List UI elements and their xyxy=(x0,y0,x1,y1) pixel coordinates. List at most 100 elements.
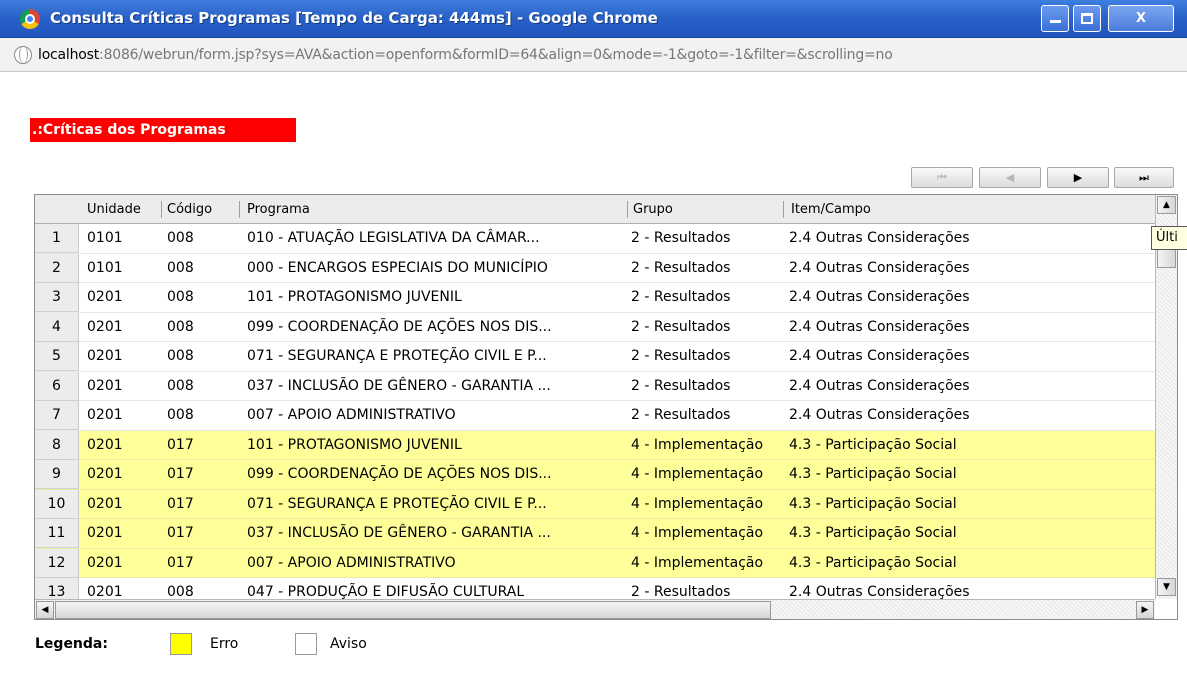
last-page-icon: ⏭ xyxy=(1139,171,1149,184)
cell-unidade: 0201 xyxy=(87,318,123,335)
legend-label: Legenda: xyxy=(35,636,108,652)
window-title: Consulta Críticas Programas [Tempo de Ca… xyxy=(50,9,658,27)
cell-codigo: 008 xyxy=(167,289,194,305)
table-row[interactable]: 10 0201 017 071 - SEGURANÇA E PROTEÇÃO CIVI… xyxy=(35,489,1155,519)
cell-item-campo: 4.3 - Participação Social xyxy=(789,525,957,541)
scroll-up-button[interactable]: ▲ xyxy=(1157,196,1176,214)
cell-grupo: 4 - Implementação xyxy=(631,466,764,482)
minimize-button[interactable] xyxy=(1041,5,1069,32)
previous-page-button[interactable]: ◀ xyxy=(979,167,1041,188)
table-row[interactable]: 1 0101 008 010 - ATUAÇÃO LEGISLATIVA DA CÂM… xyxy=(35,224,1155,254)
legend-warning-swatch xyxy=(295,633,317,655)
legend-warning-label: Aviso xyxy=(330,636,367,652)
cell-item-campo: 2.4 Outras Considerações xyxy=(789,377,970,394)
table-row[interactable]: 2 0101 008 000 - ENCARGOS ESPECIAIS DO MUNI… xyxy=(35,253,1155,283)
horizontal-scroll-thumb[interactable] xyxy=(55,601,771,619)
table-row[interactable]: 8 0201 017 101 - PROTAGONISMO JUVENIL 4 - Im… xyxy=(35,430,1155,460)
table-row[interactable]: 6 0201 008 037 - INCLUSÃO DE GÊNERO - GARAN… xyxy=(35,371,1155,401)
table-row[interactable]: 5 0201 008 071 - SEGURANÇA E PROTEÇÃO CIVIL… xyxy=(35,342,1155,372)
cell-programa: 099 - COORDENAÇÃO DE AÇÕES NOS DIS... xyxy=(247,318,552,335)
url-text[interactable]: localhost:8086/webrun/form.jsp?sys=AVA&a… xyxy=(38,47,893,63)
cell-item-campo: 4.3 - Participação Social xyxy=(789,495,957,512)
column-header-grupo[interactable]: Grupo xyxy=(627,195,673,224)
cell-codigo: 008 xyxy=(167,259,194,276)
cell-grupo: 4 - Implementação xyxy=(631,495,764,512)
vertical-scrollbar[interactable]: ▲ ▼ xyxy=(1155,195,1177,599)
scroll-left-button[interactable]: ◀ xyxy=(36,601,54,619)
first-page-icon: ⏮ xyxy=(937,171,947,184)
chrome-icon xyxy=(20,9,40,29)
table-row[interactable]: 3 0201 008 101 - PROTAGONISMO JUVENIL 2 - Re… xyxy=(35,283,1155,313)
row-number: 1 xyxy=(35,224,79,253)
cell-grupo: 4 - Implementação xyxy=(631,554,764,571)
cell-item-campo: 2.4 Outras Considerações xyxy=(789,318,970,335)
cell-codigo: 017 xyxy=(167,495,194,512)
table-row[interactable]: 7 0201 008 007 - APOIO ADMINISTRATIVO 2 - Re… xyxy=(35,401,1155,431)
cell-grupo: 4 - Implementação xyxy=(631,525,764,541)
cell-grupo: 2 - Resultados xyxy=(631,318,731,335)
cell-unidade: 0201 xyxy=(87,436,123,453)
window-title-bar[interactable]: Consulta Críticas Programas [Tempo de Ca… xyxy=(0,0,1187,38)
column-header-programa[interactable]: Programa xyxy=(241,195,310,224)
first-page-button[interactable]: ⏮ xyxy=(911,167,973,188)
table-row[interactable]: 12 0201 017 007 - APOIO ADMINISTRATIVO 4 - I… xyxy=(35,548,1155,578)
cell-codigo: 017 xyxy=(167,525,194,541)
last-page-button[interactable]: ⏭ xyxy=(1114,167,1174,188)
cell-item-campo: 2.4 Outras Considerações xyxy=(789,259,970,276)
row-number: 11 xyxy=(35,519,79,548)
scroll-right-button[interactable]: ▶ xyxy=(1136,601,1154,619)
column-separator[interactable] xyxy=(783,201,784,218)
row-number: 4 xyxy=(35,312,79,342)
tooltip: Últi xyxy=(1151,226,1187,250)
row-number: 9 xyxy=(35,460,79,489)
next-page-button[interactable]: ▶ xyxy=(1047,167,1109,188)
cell-unidade: 0101 xyxy=(87,230,123,246)
cell-unidade: 0201 xyxy=(87,466,123,482)
cell-item-campo: 2.4 Outras Considerações xyxy=(789,407,970,423)
cell-programa: 037 - INCLUSÃO DE GÊNERO - GARANTIA ... xyxy=(247,525,551,541)
cell-codigo: 008 xyxy=(167,407,194,423)
criticas-grid[interactable]: Unidade Código Programa Grupo Item/Campo… xyxy=(34,194,1178,620)
arrow-down-icon: ▼ xyxy=(1163,582,1170,592)
column-header-item-campo[interactable]: Item/Campo xyxy=(785,195,871,224)
close-button[interactable]: X xyxy=(1108,5,1174,32)
table-row[interactable]: 11 0201 017 037 - INCLUSÃO DE GÊNERO - GARA… xyxy=(35,519,1155,549)
row-number: 3 xyxy=(35,283,79,312)
cell-unidade: 0201 xyxy=(87,407,123,423)
cell-programa: 037 - INCLUSÃO DE GÊNERO - GARANTIA ... xyxy=(247,377,551,394)
cell-item-campo: 4.3 - Participação Social xyxy=(789,554,957,571)
cell-unidade: 0201 xyxy=(87,289,123,305)
cell-grupo: 4 - Implementação xyxy=(631,436,764,453)
arrow-up-icon: ▲ xyxy=(1163,200,1170,210)
cell-programa: 071 - SEGURANÇA E PROTEÇÃO CIVIL E P... xyxy=(247,348,547,364)
cell-programa: 101 - PROTAGONISMO JUVENIL xyxy=(247,436,462,453)
cell-item-campo: 4.3 - Participação Social xyxy=(789,436,957,453)
column-header-unidade[interactable]: Unidade xyxy=(81,195,141,224)
scroll-down-button[interactable]: ▼ xyxy=(1157,578,1176,596)
cell-programa: 007 - APOIO ADMINISTRATIVO xyxy=(247,554,456,571)
globe-icon xyxy=(14,46,32,64)
table-row[interactable]: 9 0201 017 099 - COORDENAÇÃO DE AÇÕES NOS D… xyxy=(35,460,1155,490)
column-separator[interactable] xyxy=(239,201,240,218)
table-row[interactable]: 4 0201 008 099 - COORDENAÇÃO DE AÇÕES NOS D… xyxy=(35,312,1155,342)
cell-codigo: 008 xyxy=(167,377,194,394)
cell-item-campo: 4.3 - Participação Social xyxy=(789,466,957,482)
cell-grupo: 2 - Resultados xyxy=(631,230,731,246)
legend-error-label: Erro xyxy=(210,636,239,652)
grid-header: Unidade Código Programa Grupo Item/Campo xyxy=(35,195,1155,224)
cell-codigo: 008 xyxy=(167,348,194,364)
cell-programa: 099 - COORDENAÇÃO DE AÇÕES NOS DIS... xyxy=(247,466,552,482)
cell-grupo: 2 - Resultados xyxy=(631,259,731,276)
cell-programa: 010 - ATUAÇÃO LEGISLATIVA DA CÂMAR... xyxy=(247,230,540,246)
cell-grupo: 2 - Resultados xyxy=(631,377,731,394)
horizontal-scrollbar[interactable]: ◀ ▶ xyxy=(35,599,1155,619)
cell-unidade: 0201 xyxy=(87,554,123,571)
url-path: :8086/webrun/form.jsp?sys=AVA&action=ope… xyxy=(99,47,893,63)
section-title: .:Críticas dos Programas xyxy=(30,118,296,142)
row-number: 10 xyxy=(35,489,79,519)
column-header-codigo[interactable]: Código xyxy=(161,195,212,224)
row-number: 6 xyxy=(35,371,79,401)
previous-page-icon: ◀ xyxy=(1005,171,1015,184)
address-bar[interactable]: localhost:8086/webrun/form.jsp?sys=AVA&a… xyxy=(0,38,1187,72)
maximize-button[interactable] xyxy=(1073,5,1101,32)
